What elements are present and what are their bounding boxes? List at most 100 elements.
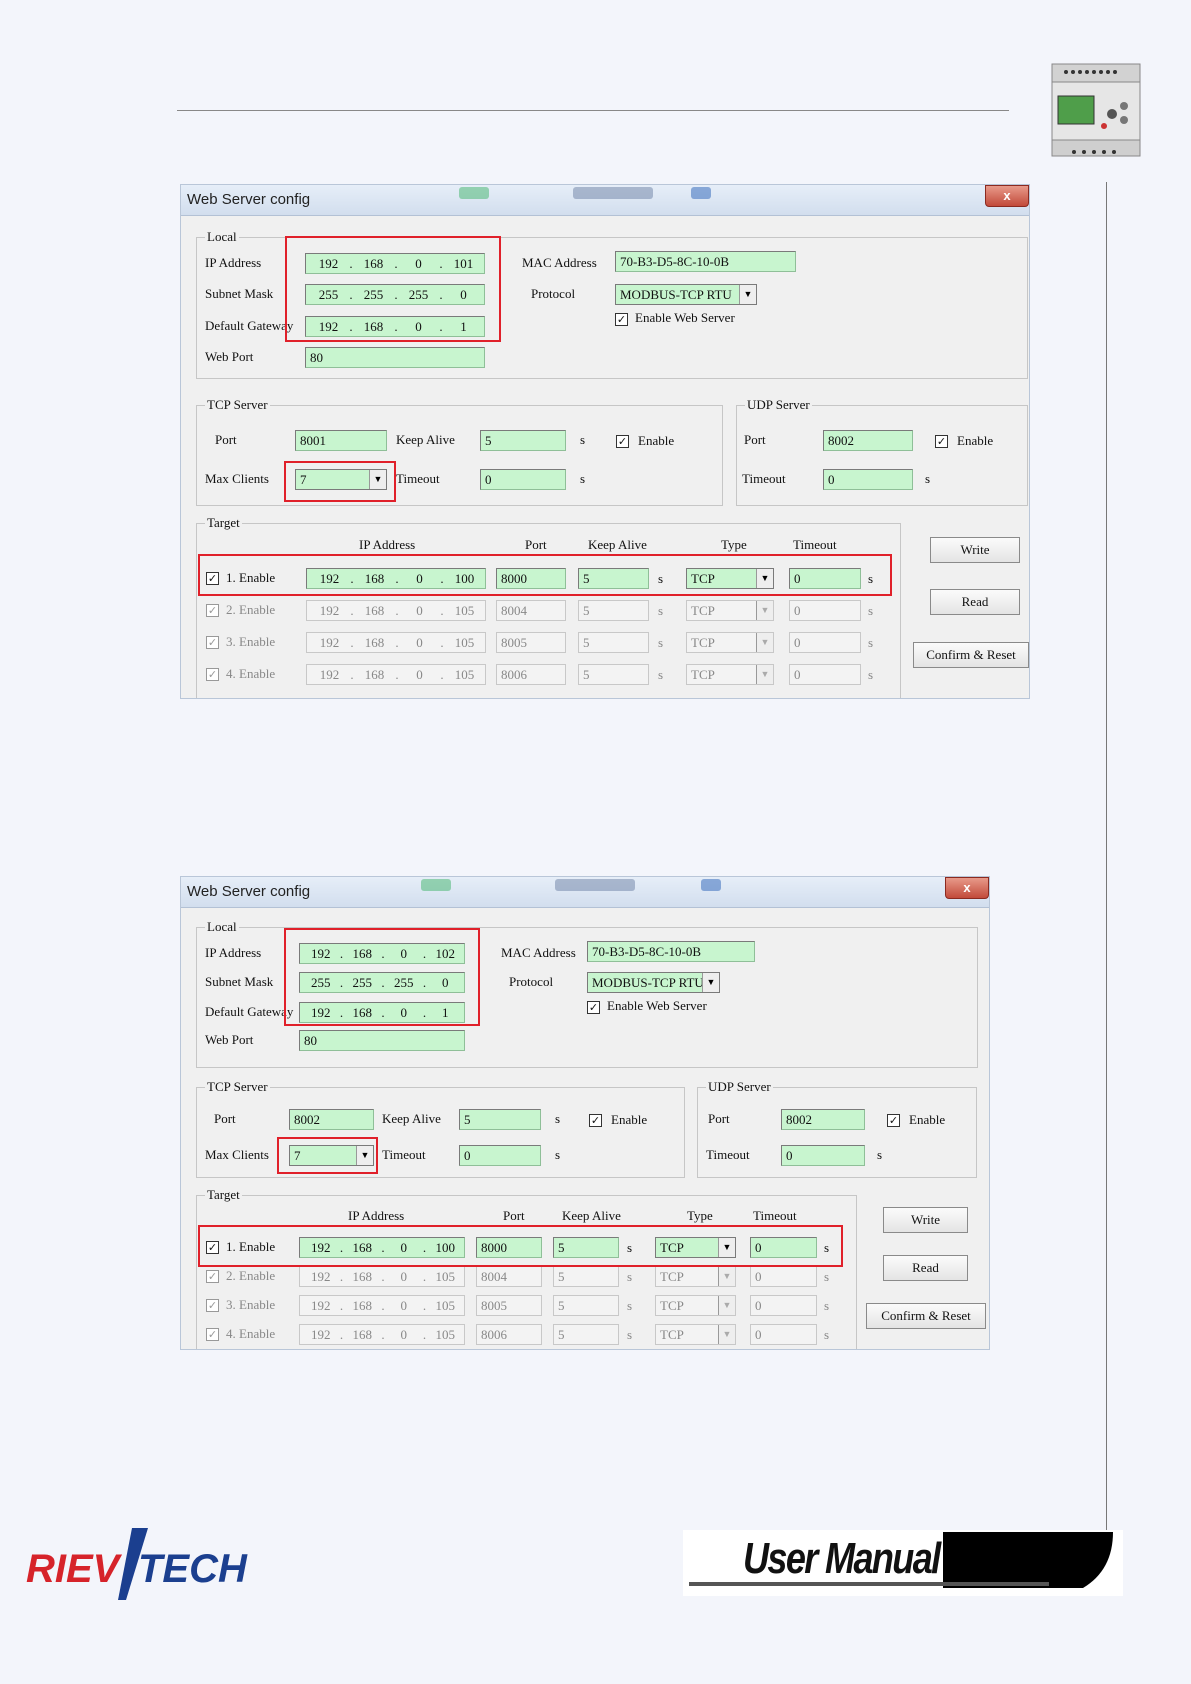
target-2-port-input[interactable]: 8004 [476,1266,542,1287]
target-4-timeout-unit: s [868,667,874,682]
target-2-keep-alive-input[interactable]: 5 [553,1266,619,1287]
protocol-select-value: MODBUS-TCP RTU [620,287,732,302]
target-3-keep-alive-input[interactable]: 5 [578,632,649,653]
udp-enable-checkbox[interactable]: ✓ [935,435,948,448]
write-button[interactable]: Write [883,1207,968,1233]
target-4-ip-input-dot: . [339,1327,344,1342]
tcp-keep-alive-input[interactable]: 5 [480,430,566,451]
target-4-ip-input[interactable]: 192 168 0 105... [299,1324,465,1345]
target-4-type-select[interactable]: TCP ▼ [686,664,774,685]
tcp-port-input[interactable]: 8001 [295,430,387,451]
udp-timeout-input[interactable]: 0 [781,1145,865,1166]
target-4-type-select-arrow-icon[interactable]: ▼ [756,665,773,684]
header-rule [177,110,1009,111]
read-button[interactable]: Read [883,1255,968,1281]
target-4-keep-alive-input[interactable]: 5 [578,664,649,685]
mac-address-input[interactable]: 70-B3-D5-8C-10-0B [587,941,755,962]
target-4-port-input[interactable]: 8006 [476,1324,542,1345]
target-4-ip-input-octet-3: 0 [400,1327,408,1342]
target-4-port-input[interactable]: 8006 [496,664,566,685]
tcp-enable-checkbox[interactable]: ✓ [616,435,629,448]
target-3-timeout-input[interactable]: 0 [750,1295,817,1316]
target-3-port-input[interactable]: 8005 [496,632,566,653]
protocol-select[interactable]: MODBUS-TCP RTU ▼ [615,284,757,305]
udp-server-group: UDP Server [736,397,1028,506]
udp-timeout-label: Timeout [742,471,786,486]
target-4-timeout-input[interactable]: 0 [750,1324,817,1345]
col-timeout: Timeout [793,537,837,552]
target-3-keep-alive-input[interactable]: 5 [553,1295,619,1316]
target-2-ip-input-dot: . [350,603,354,618]
enable-web-server-checkbox[interactable]: ✓ [587,1001,600,1014]
write-button[interactable]: Write [930,537,1020,563]
target-2-type-select-arrow-icon[interactable]: ▼ [756,601,773,620]
target-3-enable-checkbox[interactable]: ✓ [206,1299,219,1312]
highlight-local-ip [285,236,501,342]
target-4-enable-checkbox[interactable]: ✓ [206,1328,219,1341]
target-2-timeout-input[interactable]: 0 [750,1266,817,1287]
target-2-port-input[interactable]: 8004 [496,600,566,621]
target-4-ip-input-dot: . [440,667,444,682]
target-4-ip-input-octet-2: 168 [364,667,385,682]
target-2-ip-input[interactable]: 192 168 0 105... [306,600,486,621]
close-button[interactable]: x [945,877,989,899]
target-4-timeout-input[interactable]: 0 [789,664,861,685]
udp-enable-checkbox[interactable]: ✓ [887,1114,900,1127]
tcp-keep-alive-input[interactable]: 5 [459,1109,541,1130]
target-2-keep-alive-input[interactable]: 5 [578,600,649,621]
enable-web-server-checkbox[interactable]: ✓ [615,313,628,326]
target-3-type-select[interactable]: TCP ▼ [686,632,774,653]
tcp-timeout-input[interactable]: 0 [480,469,566,490]
confirm-reset-button[interactable]: Confirm & Reset [866,1303,986,1329]
target-2-type-select[interactable]: TCP ▼ [686,600,774,621]
web-port-input[interactable]: 80 [299,1030,465,1051]
target-3-type-select-arrow-icon[interactable]: ▼ [756,633,773,652]
confirm-reset-button[interactable]: Confirm & Reset [913,642,1029,668]
udp-port-label: Port [744,432,766,447]
target-4-type-select[interactable]: TCP ▼ [655,1324,736,1345]
protocol-select-arrow-icon[interactable]: ▼ [702,973,719,992]
close-button[interactable]: x [985,185,1029,207]
user-manual-text: User Manual [743,1534,941,1583]
target-2-type-select[interactable]: TCP ▼ [655,1266,736,1287]
udp-port-input[interactable]: 8002 [823,430,913,451]
tcp-timeout-input[interactable]: 0 [459,1145,541,1166]
udp-enable-label: Enable [957,433,994,448]
target-2-ip-input[interactable]: 192 168 0 105... [299,1266,465,1287]
target-3-enable-checkbox[interactable]: ✓ [206,636,219,649]
read-button[interactable]: Read [930,589,1020,615]
web-port-input[interactable]: 80 [305,347,485,368]
highlight-target-1 [198,554,892,596]
tcp-port-input[interactable]: 8002 [289,1109,374,1130]
target-2-type-select-arrow-icon[interactable]: ▼ [718,1267,735,1286]
default-gateway-label: Default Gateway [205,1004,294,1019]
col-ip-address: IP Address [348,1208,405,1223]
target-4-enable-checkbox[interactable]: ✓ [206,668,219,681]
tcp-enable-checkbox[interactable]: ✓ [589,1114,602,1127]
target-4-keep-alive-unit: s [627,1327,633,1342]
target-3-ip-input-dot: . [440,635,444,650]
target-2-ip-input-dot: . [339,1269,344,1284]
target-4-keep-alive-input[interactable]: 5 [553,1324,619,1345]
protocol-select-arrow-icon[interactable]: ▼ [739,285,756,304]
protocol-select[interactable]: MODBUS-TCP RTU ▼ [587,972,720,993]
target-3-port-input[interactable]: 8005 [476,1295,542,1316]
target-3-ip-input-octet-2: 168 [364,635,385,650]
target-4-ip-input[interactable]: 192 168 0 105... [306,664,486,685]
target-3-timeout-input[interactable]: 0 [789,632,861,653]
target-2-enable-checkbox[interactable]: ✓ [206,1270,219,1283]
target-3-ip-input[interactable]: 192 168 0 105... [299,1295,465,1316]
target-2-ip-input-dot: . [395,603,399,618]
target-2-ip-input-dot: . [381,1269,385,1284]
target-3-type-select-arrow-icon[interactable]: ▼ [718,1296,735,1315]
svg-text:RIEV: RIEV [26,1547,123,1591]
target-3-ip-input[interactable]: 192 168 0 105... [306,632,486,653]
udp-port-input[interactable]: 8002 [781,1109,865,1130]
target-2-timeout-input[interactable]: 0 [789,600,861,621]
target-3-type-select[interactable]: TCP ▼ [655,1295,736,1316]
mac-address-input[interactable]: 70-B3-D5-8C-10-0B [615,251,796,272]
target-2-enable-checkbox[interactable]: ✓ [206,604,219,617]
udp-timeout-input[interactable]: 0 [823,469,913,490]
target-4-type-select-arrow-icon[interactable]: ▼ [718,1325,735,1344]
svg-text:TECH: TECH [138,1547,248,1591]
